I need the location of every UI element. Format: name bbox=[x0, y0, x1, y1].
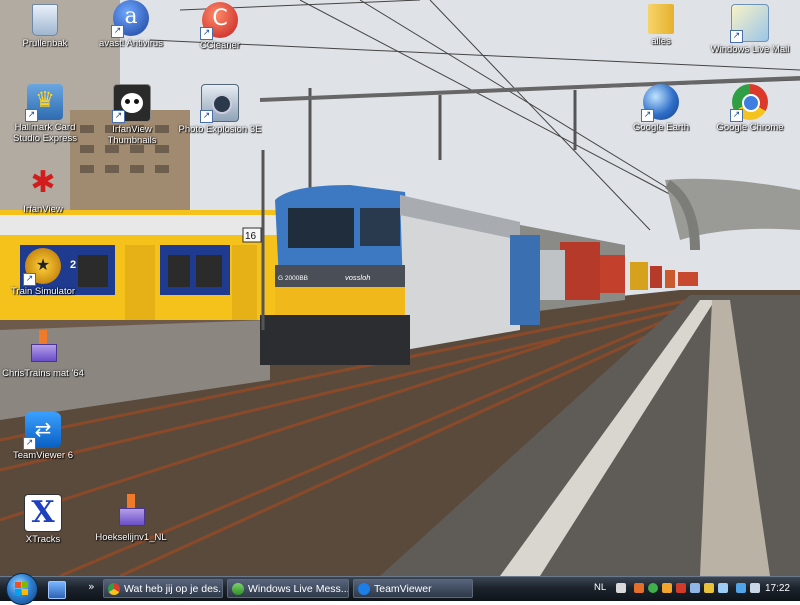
desktop-icon-prullenbak[interactable]: Prullenbak bbox=[0, 4, 90, 49]
desktop-icon-label: IrfanView bbox=[23, 204, 63, 215]
desktop-icon-label: ChrisTrains mat '64 bbox=[2, 368, 84, 379]
system-tray: NL 17:22 bbox=[590, 577, 800, 601]
desktop-icon-irfanview-thumbnails[interactable]: ↗ IrfanView Thumbnails bbox=[87, 84, 177, 146]
taskbar-button-messenger[interactable]: Windows Live Mess... bbox=[227, 579, 349, 598]
quick-launch-expand-icon[interactable]: » bbox=[88, 580, 104, 596]
show-desktop-icon[interactable] bbox=[48, 581, 66, 599]
taskbar-button-label: Windows Live Mess... bbox=[248, 583, 349, 595]
shortcut-arrow-icon: ↗ bbox=[200, 27, 213, 40]
folder-icon bbox=[648, 4, 674, 34]
desktop-icon-label: alles bbox=[651, 36, 671, 47]
shortcut-arrow-icon: ↗ bbox=[112, 110, 125, 123]
shortcut-arrow-icon: ↗ bbox=[23, 273, 36, 286]
shortcut-arrow-icon: ↗ bbox=[641, 109, 654, 122]
shortcut-arrow-icon: ↗ bbox=[111, 25, 124, 38]
desktop-icon-train-simulator[interactable]: ★ ↗ Train Simulator bbox=[0, 248, 88, 297]
desktop-icon-xtracks[interactable]: X XTracks bbox=[0, 494, 88, 545]
chrome-icon bbox=[108, 583, 120, 595]
irfanview-cat-icon: ✱ bbox=[30, 165, 56, 200]
google-earth-icon: ↗ bbox=[641, 84, 679, 122]
language-indicator[interactable]: NL bbox=[594, 582, 606, 593]
locomotive-brand: vossloh bbox=[345, 273, 370, 282]
taskbar-button-label: Wat heb jij op je des... bbox=[124, 583, 223, 595]
taskbar: » Wat heb jij op je des... Windows Live … bbox=[0, 573, 800, 605]
desktop-icon-irfanview[interactable]: ✱ IrfanView bbox=[0, 165, 88, 216]
teamviewer-icon: ⇄ ↗ bbox=[23, 412, 61, 450]
avast-icon: a ↗ bbox=[111, 0, 149, 38]
teamviewer-icon bbox=[358, 583, 370, 595]
shortcut-arrow-icon: ↗ bbox=[25, 109, 38, 122]
start-button[interactable] bbox=[6, 573, 38, 605]
desktop-icon-google-chrome[interactable]: ↗ Google Chrome bbox=[705, 84, 795, 133]
desktop-icon-label: Hallmark Card Studio Express bbox=[13, 122, 77, 144]
volume-icon[interactable] bbox=[718, 583, 728, 593]
desktop-icon-label: Photo Explosion 3E bbox=[178, 124, 262, 135]
tray-app-icon[interactable] bbox=[676, 583, 686, 593]
network-icon[interactable] bbox=[648, 583, 658, 593]
xtracks-icon: X bbox=[24, 494, 62, 532]
desktop-icon-photo-explosion[interactable]: ↗ Photo Explosion 3E bbox=[175, 84, 265, 135]
desktop-icon-label: Prullenbak bbox=[22, 38, 68, 49]
desktop-icon-label: avast! Antivirus bbox=[99, 38, 163, 49]
desktop-icon-google-earth[interactable]: ↗ Google Earth bbox=[616, 84, 706, 133]
desktop-icon-windows-live-mail[interactable]: ↗ Windows Live Mail bbox=[705, 4, 795, 55]
taskbar-clock[interactable]: 17:22 bbox=[765, 583, 790, 594]
desktop-icon-teamviewer[interactable]: ⇄ ↗ TeamViewer 6 bbox=[0, 412, 88, 461]
train-simulator-icon: ★ ↗ bbox=[23, 248, 61, 286]
desktop-icon-label: Google Chrome bbox=[716, 122, 784, 133]
desktop-icon-christrains[interactable]: ChrisTrains mat '64 bbox=[0, 330, 88, 379]
avast-tray-icon[interactable] bbox=[662, 583, 672, 593]
power-icon[interactable] bbox=[750, 583, 760, 593]
messenger-icon bbox=[232, 583, 244, 595]
taskbar-button-chrome[interactable]: Wat heb jij op je des... bbox=[103, 579, 223, 598]
shortcut-arrow-icon: ↗ bbox=[200, 110, 213, 123]
platform-number-sign: 16 bbox=[245, 231, 257, 242]
taskbar-button-label: TeamViewer bbox=[374, 583, 432, 595]
desktop-icon-label: Train Simulator bbox=[10, 286, 76, 297]
tray-app-icon[interactable] bbox=[690, 583, 700, 593]
ccleaner-icon: C ↗ bbox=[200, 2, 238, 40]
shortcut-arrow-icon: ↗ bbox=[730, 30, 743, 43]
desktop-icon-label: Windows Live Mail bbox=[710, 44, 790, 55]
desktop-icon-label: CCleaner bbox=[199, 40, 241, 51]
desktop-icon-hoekselijn[interactable]: Hoekselijnv1_NL bbox=[86, 494, 176, 543]
chrome-icon: ↗ bbox=[730, 84, 768, 122]
desktop-icon-alles[interactable]: alles bbox=[616, 4, 706, 47]
locomotive-number: G 2000BB bbox=[278, 275, 308, 282]
installer-box-icon bbox=[25, 330, 61, 366]
taskbar-button-teamviewer[interactable]: TeamViewer bbox=[353, 579, 473, 598]
desktop-icon-ccleaner[interactable]: C ↗ CCleaner bbox=[175, 2, 265, 51]
desktop-icon-label: TeamViewer 6 bbox=[12, 450, 74, 461]
panda-icon: ↗ bbox=[112, 84, 151, 123]
tray-app-icon[interactable] bbox=[634, 583, 644, 593]
camera-icon: ↗ bbox=[200, 84, 239, 123]
hallmark-crown-icon: ♛ ↗ bbox=[25, 84, 63, 122]
desktop-icon-label: IrfanView Thumbnails bbox=[107, 124, 157, 146]
installer-box-icon bbox=[113, 494, 149, 530]
shortcut-arrow-icon: ↗ bbox=[23, 437, 36, 450]
desktop-icon-label: XTracks bbox=[25, 534, 61, 545]
shortcut-arrow-icon: ↗ bbox=[730, 109, 743, 122]
tray-app-icon[interactable] bbox=[704, 583, 714, 593]
desktop-icon-avast[interactable]: a ↗ avast! Antivirus bbox=[86, 0, 176, 49]
windows-live-mail-icon: ↗ bbox=[730, 4, 769, 43]
teamviewer-tray-icon[interactable] bbox=[736, 583, 746, 593]
desktop-icon-label: Hoekselijnv1_NL bbox=[95, 532, 167, 543]
recycle-bin-icon bbox=[32, 4, 58, 36]
desktop-icon-hallmark[interactable]: ♛ ↗ Hallmark Card Studio Express bbox=[0, 84, 90, 144]
keyboard-icon[interactable] bbox=[616, 583, 626, 593]
windows-logo-icon bbox=[15, 582, 29, 596]
desktop-icon-label: Google Earth bbox=[633, 122, 689, 133]
